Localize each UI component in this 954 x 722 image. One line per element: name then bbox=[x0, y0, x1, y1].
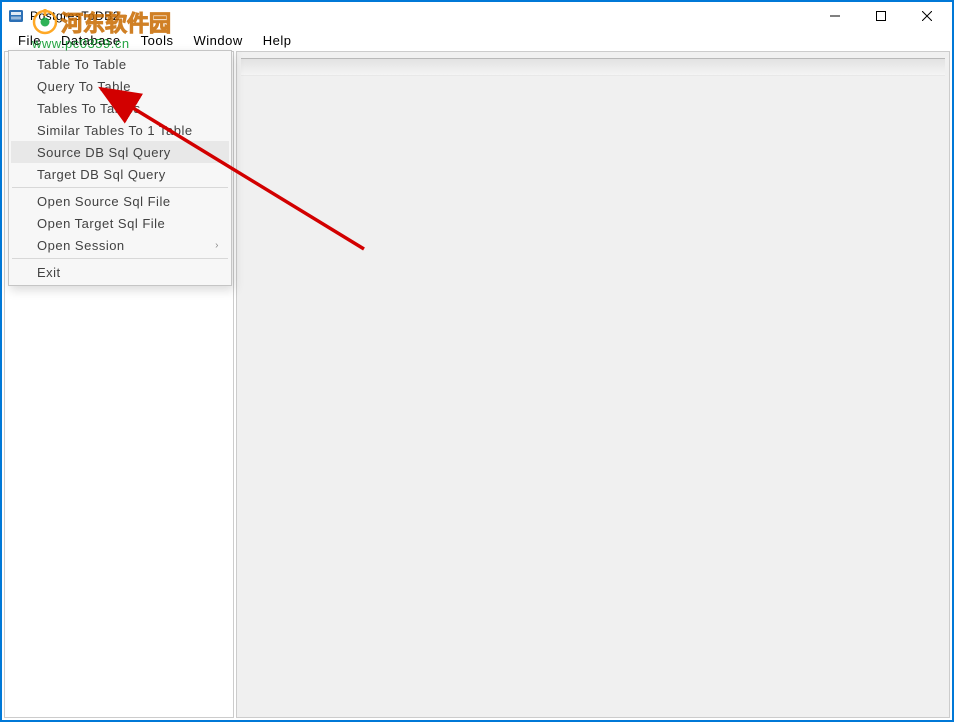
menu-tools[interactable]: Tools bbox=[133, 32, 182, 49]
menu-separator bbox=[12, 187, 228, 188]
menu-bar: File Database Tools Window Help bbox=[2, 30, 952, 50]
right-panel-bar bbox=[241, 58, 945, 76]
right-panel bbox=[236, 51, 950, 718]
menu-file[interactable]: File bbox=[10, 32, 49, 49]
maximize-button[interactable] bbox=[858, 2, 904, 30]
window-controls bbox=[812, 2, 950, 30]
file-menu-item-open-target-sql-file[interactable]: Open Target Sql File bbox=[11, 212, 229, 234]
title-bar: PostgresToDB2 bbox=[2, 2, 952, 30]
file-menu-item-similar-tables-to-1-table[interactable]: Similar Tables To 1 Table bbox=[11, 119, 229, 141]
close-button[interactable] bbox=[904, 2, 950, 30]
app-icon bbox=[8, 8, 24, 24]
file-menu-item-target-db-sql-query[interactable]: Target DB Sql Query bbox=[11, 163, 229, 185]
window-title: PostgresToDB2 bbox=[30, 9, 120, 23]
minimize-button[interactable] bbox=[812, 2, 858, 30]
file-menu-item-query-to-table[interactable]: Query To Table bbox=[11, 75, 229, 97]
menu-window[interactable]: Window bbox=[185, 32, 250, 49]
menu-separator bbox=[12, 258, 228, 259]
file-menu-item-table-to-table[interactable]: Table To Table bbox=[11, 53, 229, 75]
menu-help[interactable]: Help bbox=[255, 32, 300, 49]
file-dropdown-menu: Table To TableQuery To TableTables To Ta… bbox=[8, 50, 232, 286]
file-menu-item-open-session[interactable]: Open Session› bbox=[11, 234, 229, 256]
file-menu-item-tables-to-tables[interactable]: Tables To Tables bbox=[11, 97, 229, 119]
submenu-arrow-icon: › bbox=[215, 240, 219, 251]
menu-database[interactable]: Database bbox=[53, 32, 129, 49]
file-menu-item-source-db-sql-query[interactable]: Source DB Sql Query bbox=[11, 141, 229, 163]
file-menu-item-open-source-sql-file[interactable]: Open Source Sql File bbox=[11, 190, 229, 212]
file-menu-item-exit[interactable]: Exit bbox=[11, 261, 229, 283]
